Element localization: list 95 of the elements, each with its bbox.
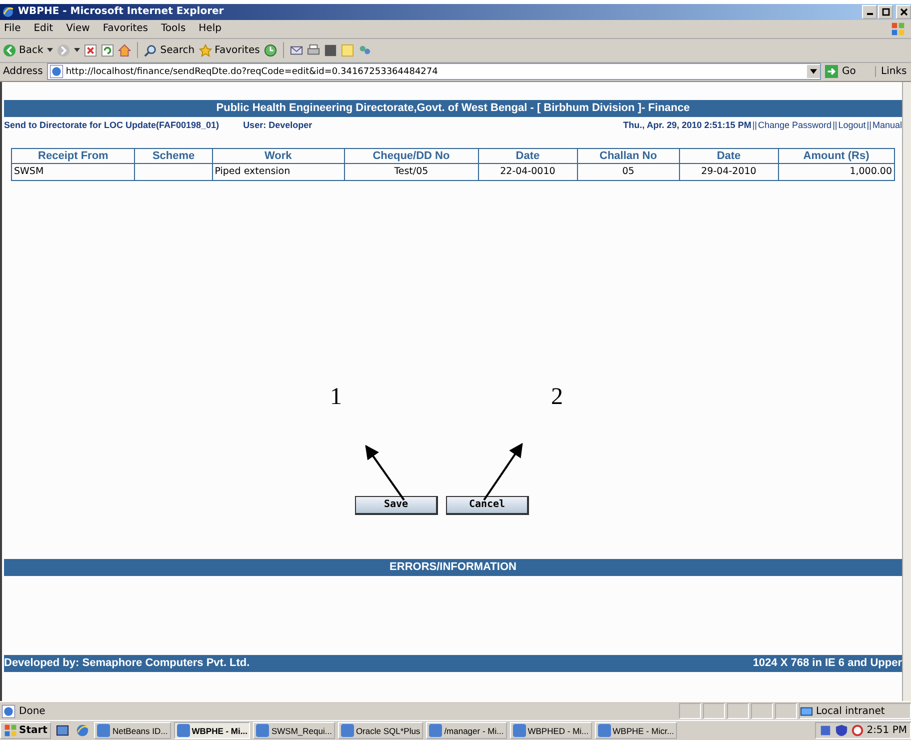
table-cell: SWSM [12,163,135,180]
minimize-button[interactable] [862,4,877,19]
nav-link[interactable]: Manual [872,120,902,130]
user-label: User: Developer [243,120,312,130]
go-button[interactable]: Go [825,65,871,78]
column-header: Scheme [134,148,212,164]
shield-icon [834,724,848,737]
stop-icon[interactable] [84,44,98,57]
taskbar-item[interactable]: WBPHED - Mi... [510,722,592,739]
taskbar-item[interactable]: NetBeans ID... [94,722,171,739]
menu-item[interactable]: View [66,23,90,34]
search-icon [144,44,158,57]
app-icon [340,724,354,737]
page-icon [50,65,63,78]
tray-app-icon [850,724,864,737]
column-header: Receipt From [12,148,135,164]
taskbar-item[interactable]: /manager - Mi... [426,722,507,739]
window-title: WBPHE - Microsoft Internet Explorer [18,6,224,18]
browser-icon [2,6,14,18]
history-icon[interactable] [264,44,277,57]
app-icon [598,724,611,737]
menu-item[interactable]: Help [198,23,222,34]
annotation-number: 2 [551,384,563,411]
back-button[interactable]: Back [3,44,44,57]
footer-credit: Developed by: Semaphore Computers Pvt. Ltd. [4,657,250,670]
taskbar-item[interactable]: SWSM_Requi... [253,722,335,739]
printer-icon[interactable] [306,44,320,57]
cancel-button[interactable]: Cancel [446,496,529,515]
taskbar-item[interactable]: Oracle SQL*Plus [338,722,424,739]
column-header: Date [679,148,778,164]
maximize-icon [882,8,890,16]
dropdown-button[interactable] [807,65,820,78]
star-icon [198,44,212,57]
search-button[interactable]: Search [144,44,195,57]
address-label: Address [3,66,43,78]
annotation-arrow [365,444,405,500]
app-icon [97,724,110,737]
taskbar-item[interactable]: WBPHE - Mi... [174,722,250,739]
menu-item[interactable]: Favorites [102,23,148,34]
close-button[interactable] [896,4,911,19]
annotation-arrow [483,442,523,500]
maximize-button[interactable] [878,4,893,19]
scrollbar[interactable] [902,82,911,702]
nav-link[interactable]: Change Password [758,120,832,130]
dropdown-arrow-icon [810,69,817,74]
menu-item[interactable]: Edit [34,23,54,34]
refresh-icon[interactable] [101,44,114,57]
app-icon [512,724,526,737]
go-arrow-icon [825,65,838,78]
minimize-icon [866,13,872,16]
column-header: Date [478,148,578,164]
table-cell: 22-04-0010 [478,163,578,180]
links-button[interactable]: Links [875,66,911,78]
home-icon[interactable] [118,44,132,57]
start-button[interactable]: Start [0,722,52,739]
annotation-number: 1 [330,384,342,411]
clock: 2:51 PM [866,725,907,736]
table-cell: Test/05 [344,163,478,180]
app-icon [256,724,270,737]
separator: || [752,120,758,130]
page-header: Public Health Engineering Directorate,Govt. of West Bengal - [ Birbhum Division ]- Finance [4,100,902,117]
status-text: Done [19,706,46,717]
menu-item[interactable]: File [4,23,21,34]
windows-logo-icon [4,724,17,737]
separator: || [832,120,838,130]
app-icon [429,724,442,737]
browser-icon[interactable] [76,724,90,737]
nav-link[interactable]: Logout [838,120,866,130]
page-icon [2,704,15,718]
column-header: Amount (Rs) [778,148,894,164]
separator: || [866,120,872,130]
dropdown-arrow-icon[interactable] [47,48,54,52]
menu-item[interactable]: Tools [161,23,186,34]
table-cell: 1,000.00 [778,163,894,180]
zone-label: Local intranet [816,706,885,717]
column-header: Work [212,148,344,164]
column-header: Challan No [577,148,680,164]
app-icon [176,724,190,737]
taskbar-item[interactable]: WBPHE - Micr... [594,722,678,739]
date-time: Thu., Apr. 29, 2010 2:51:15 PM [623,120,752,130]
table-cell: 05 [577,163,680,180]
mail-icon[interactable] [290,44,303,57]
address-field[interactable]: http://localhost/finance/sendReqDte.do?reqCode=edit&id=0.34167253364484274 [46,63,821,80]
table-cell: 29-04-2010 [679,163,778,180]
favorites-button[interactable]: Favorites [198,44,260,57]
dropdown-arrow-icon[interactable] [74,48,80,52]
column-header: Cheque/DD No [344,148,478,164]
windows-logo-icon [891,22,905,36]
close-icon [900,8,908,16]
save-button[interactable]: Save [355,496,438,515]
desktop-icon[interactable] [56,724,70,737]
errors-header: ERRORS/INFORMATION [4,558,902,576]
form-title: Send to Directorate for LOC Update(FAF00198_01) [4,120,220,130]
table-cell: Piped extension [212,163,344,180]
footer-resolution-note: 1024 X 768 in IE 6 and Upper [752,657,902,670]
